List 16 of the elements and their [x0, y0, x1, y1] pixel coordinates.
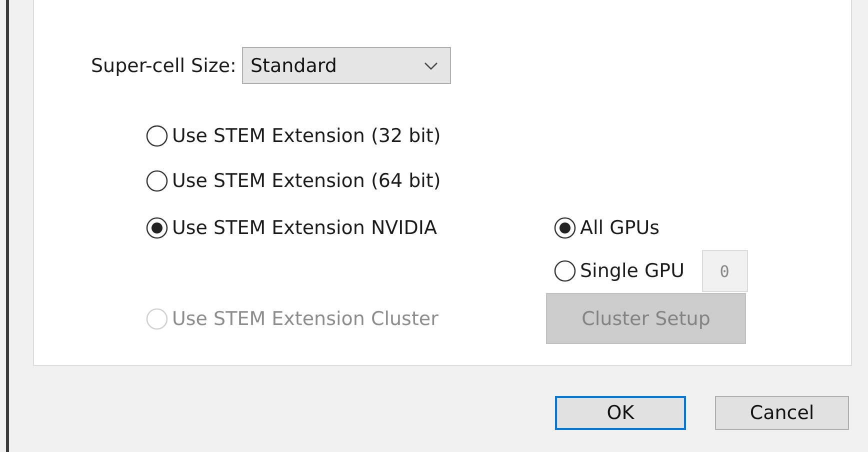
radio-label: Use STEM Extension NVIDIA	[172, 216, 437, 238]
radio-label: Use STEM Extension (64 bit)	[172, 170, 441, 192]
radio-icon[interactable]	[146, 124, 168, 146]
radio-icon[interactable]	[146, 170, 168, 192]
ok-button[interactable]: OK	[555, 396, 686, 430]
cancel-button[interactable]: Cancel	[715, 396, 849, 430]
radio-label: All GPUs	[580, 216, 660, 238]
radio-label: Use STEM Extension (32 bit)	[172, 124, 441, 146]
radio-label: Use STEM Extension Cluster	[172, 308, 438, 330]
size-dropdown[interactable]: Standard	[242, 47, 452, 84]
radio-icon[interactable]	[146, 216, 168, 238]
radio-icon[interactable]	[554, 216, 576, 238]
radio-icon[interactable]	[554, 260, 576, 282]
field-label: Super-cell Size:	[91, 54, 236, 76]
chevron-down-icon	[424, 62, 438, 70]
radio-label: Single GPU	[580, 260, 685, 282]
